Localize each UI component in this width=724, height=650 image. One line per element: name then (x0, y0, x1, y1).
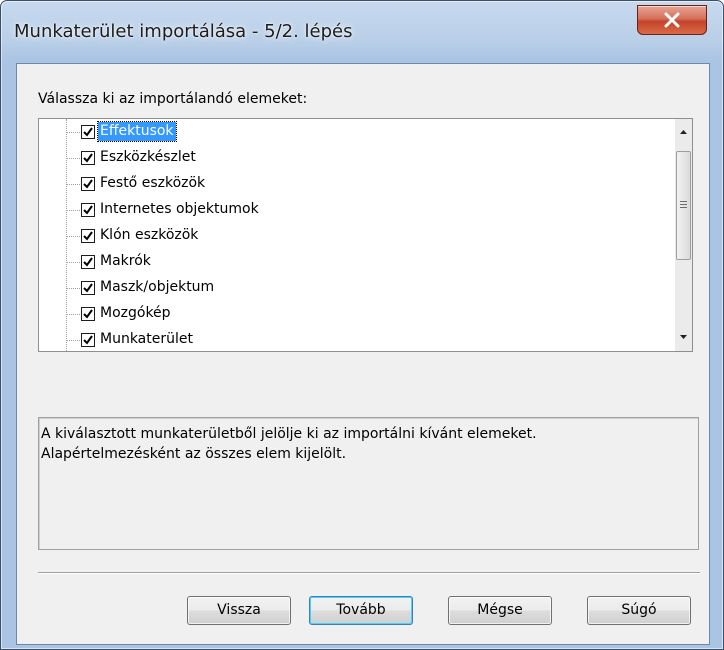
vertical-scrollbar[interactable] (675, 119, 692, 351)
select-items-label: Válassza ki az importálandó elemeket: (38, 91, 308, 107)
tree-item-label[interactable]: Maszk/objektum (98, 278, 216, 297)
tree-item-label[interactable]: Internetes objektumok (98, 200, 261, 219)
thumb-grip (680, 207, 687, 208)
tree-item[interactable]: Maszk/objektum (39, 275, 659, 301)
dialog-window: Munkaterület importálása - 5/2. lépés Vá… (0, 0, 724, 650)
item-checkbox[interactable] (81, 203, 95, 217)
tree-item-label[interactable]: Eszközkészlet (98, 148, 198, 167)
thumb-grip (680, 204, 687, 205)
item-checkbox[interactable] (81, 333, 95, 347)
checkmark-icon (83, 153, 93, 163)
help-button[interactable]: Súgó (587, 596, 691, 625)
item-checkbox[interactable] (81, 307, 95, 321)
checkmark-icon (83, 257, 93, 267)
tree-connector-line (66, 236, 80, 237)
tree-item[interactable]: Makrók (39, 249, 659, 275)
thumb-grip (680, 201, 687, 202)
description-text: A kiválasztott munkaterületből jelölje k… (41, 424, 691, 464)
tree-item-label[interactable]: Makrók (98, 252, 153, 271)
tree-connector-line (66, 132, 80, 133)
checkmark-icon (83, 231, 93, 241)
scroll-up-arrow-icon[interactable] (675, 123, 692, 140)
description-line: A kiválasztott munkaterületből jelölje k… (41, 426, 537, 442)
next-button[interactable]: Tovább (309, 596, 413, 625)
item-checkbox[interactable] (81, 255, 95, 269)
close-button[interactable] (637, 5, 707, 35)
tree-connector-line (66, 340, 80, 341)
tree-item[interactable]: Festő eszközök (39, 171, 659, 197)
checkmark-icon (83, 127, 93, 137)
tree-item[interactable]: Internetes objektumok (39, 197, 659, 223)
item-checkbox[interactable] (81, 177, 95, 191)
scroll-down-arrow-icon[interactable] (675, 329, 692, 346)
back-button[interactable]: Vissza (187, 596, 291, 625)
item-checkbox[interactable] (81, 125, 95, 139)
cancel-button[interactable]: Mégse (448, 596, 552, 625)
item-checkbox[interactable] (81, 229, 95, 243)
close-icon (664, 12, 680, 28)
scrollbar-thumb[interactable] (676, 151, 691, 260)
checkmark-icon (83, 309, 93, 319)
tree-item-label[interactable]: Effektusok (97, 121, 177, 142)
dialog-body: Válassza ki az importálandó elemeket: Ef… (16, 63, 710, 645)
checkmark-icon (83, 205, 93, 215)
tree-item[interactable]: Mozgókép (39, 301, 659, 327)
description-line: Alapértelmezésként az összes elem kijelö… (41, 446, 347, 462)
tree-item-label[interactable]: Festő eszközök (98, 174, 207, 193)
tree-item-label[interactable]: Munkaterület (98, 330, 195, 349)
tree-connector-line (66, 158, 80, 159)
checkmark-icon (83, 179, 93, 189)
checkmark-icon (83, 283, 93, 293)
import-items-tree[interactable]: Effektusok Eszközkészlet Festő eszközök (38, 118, 693, 352)
tree-item[interactable]: Effektusok (39, 119, 659, 145)
window-title: Munkaterület importálása - 5/2. lépés (14, 21, 353, 42)
tree-connector-line (66, 262, 80, 263)
description-panel: A kiválasztott munkaterületből jelölje k… (38, 417, 699, 550)
tree-item-label[interactable]: Mozgókép (98, 304, 173, 323)
tree-item[interactable]: Munkaterület (39, 327, 659, 351)
item-checkbox[interactable] (81, 151, 95, 165)
tree-item[interactable]: Eszközkészlet (39, 145, 659, 171)
checkmark-icon (83, 335, 93, 345)
item-checkbox[interactable] (81, 281, 95, 295)
tree-connector-line (66, 288, 80, 289)
separator-line (38, 572, 700, 574)
tree-item[interactable]: Klón eszközök (39, 223, 659, 249)
tree-item-label[interactable]: Klón eszközök (98, 226, 200, 245)
title-bar[interactable]: Munkaterület importálása - 5/2. lépés (1, 1, 723, 63)
tree-connector-line (66, 184, 80, 185)
tree-connector-line (66, 314, 80, 315)
tree-connector-line (66, 210, 80, 211)
